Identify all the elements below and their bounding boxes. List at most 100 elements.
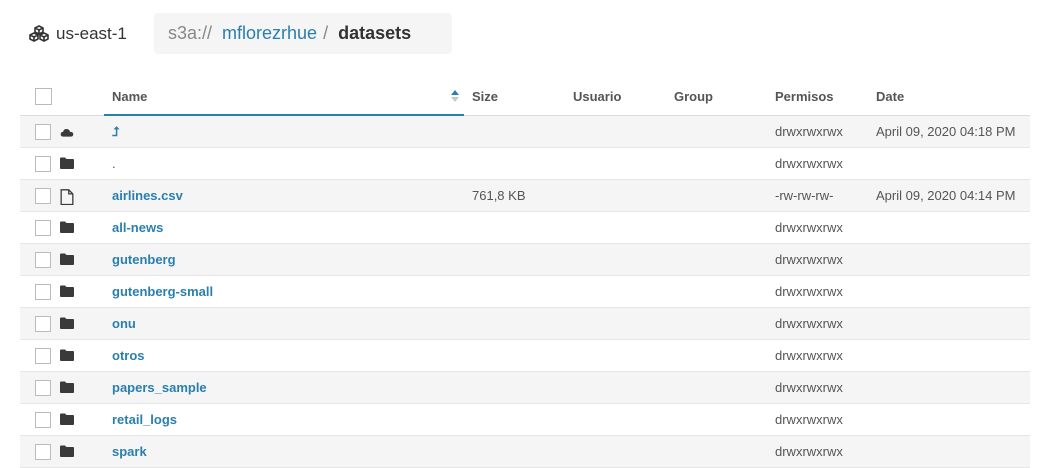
row-checkbox[interactable] xyxy=(35,187,51,204)
row-permissions: drwxrwxrwx xyxy=(767,403,868,436)
row-user-value xyxy=(565,252,573,267)
row-date-value xyxy=(868,252,876,267)
row-checkbox[interactable] xyxy=(35,411,51,428)
row-user xyxy=(565,371,666,404)
row-checkbox[interactable] xyxy=(35,283,51,300)
folder-icon xyxy=(60,221,74,234)
row-name[interactable]: otros xyxy=(104,348,145,363)
folder-icon xyxy=(60,349,74,362)
column-header-user[interactable]: Usuario xyxy=(565,78,666,116)
row-permissions-value: drwxrwxrwx xyxy=(775,123,843,139)
row-checkbox[interactable] xyxy=(35,219,51,236)
row-group xyxy=(666,114,767,148)
row-name-cell: otros xyxy=(60,339,464,372)
row-name[interactable]: onu xyxy=(104,316,136,331)
row-permissions-value: drwxrwxrwx xyxy=(775,412,843,427)
table-row[interactable]: . drwxrwxrwx xyxy=(20,147,1030,180)
row-group-value xyxy=(666,220,674,235)
row-permissions-value: drwxrwxrwx xyxy=(775,220,843,235)
row-size-value xyxy=(464,220,472,235)
row-size xyxy=(464,275,565,308)
row-date xyxy=(868,275,1030,308)
row-user-value xyxy=(565,380,573,395)
column-header-permissions[interactable]: Permisos xyxy=(767,78,868,116)
row-group xyxy=(666,435,767,468)
table-row[interactable]: ⮥ drwxrwxrwx April 09, 2020 04:18 PM xyxy=(20,114,1030,148)
row-permissions: drwxrwxrwx xyxy=(767,114,868,148)
row-date: April 09, 2020 04:14 PM xyxy=(868,179,1030,212)
row-size: 761,8 KB xyxy=(464,179,565,212)
cloud-icon xyxy=(60,125,74,138)
row-checkbox[interactable] xyxy=(35,123,51,140)
table-row[interactable]: gutenberg drwxrwxrwx xyxy=(20,243,1030,276)
row-date xyxy=(868,403,1030,436)
row-name[interactable]: papers_sample xyxy=(104,380,207,395)
row-group-value xyxy=(666,444,674,459)
table-row[interactable]: gutenberg-small drwxrwxrwx xyxy=(20,275,1030,308)
row-name-cell: spark xyxy=(60,435,464,468)
row-size xyxy=(464,114,565,148)
row-name[interactable]: ⮥ xyxy=(104,124,120,139)
row-group xyxy=(666,403,767,436)
row-name[interactable]: retail_logs xyxy=(104,412,177,427)
region-indicator: us-east-1 xyxy=(28,22,127,46)
select-all-checkbox[interactable] xyxy=(35,87,52,105)
row-name[interactable]: gutenberg-small xyxy=(104,284,213,299)
table-row[interactable]: retail_logs drwxrwxrwx xyxy=(20,403,1030,436)
row-date xyxy=(868,435,1030,468)
row-permissions-value: drwxrwxrwx xyxy=(775,348,843,363)
table-row[interactable]: spark drwxrwxrwx xyxy=(20,435,1030,468)
row-user xyxy=(565,114,666,148)
row-name[interactable]: airlines.csv xyxy=(104,188,183,203)
row-size-value xyxy=(464,348,472,363)
row-size-value xyxy=(464,124,472,139)
table-row[interactable]: papers_sample drwxrwxrwx xyxy=(20,371,1030,404)
row-name[interactable]: all-news xyxy=(104,220,163,235)
row-permissions: -rw-rw-rw- xyxy=(767,179,868,212)
breadcrumb-scheme[interactable]: s3a:// xyxy=(168,23,212,44)
folder-icon xyxy=(60,445,74,458)
row-user xyxy=(565,403,666,436)
region-label: us-east-1 xyxy=(56,24,127,43)
row-permissions-value: drwxrwxrwx xyxy=(775,156,843,171)
breadcrumb-bucket-link[interactable]: mflorezrhue xyxy=(222,23,317,44)
row-name[interactable]: spark xyxy=(104,444,147,459)
row-date-value xyxy=(868,380,876,395)
table-row[interactable]: otros drwxrwxrwx xyxy=(20,339,1030,372)
row-size xyxy=(464,147,565,180)
row-group-value xyxy=(666,124,674,139)
row-group-value xyxy=(666,412,674,427)
breadcrumb-current: datasets xyxy=(338,23,412,43)
row-name-cell: retail_logs xyxy=(60,403,464,436)
folder-icon xyxy=(60,413,74,426)
row-checkbox[interactable] xyxy=(35,251,51,268)
column-header-date[interactable]: Date xyxy=(868,78,1030,116)
row-checkbox[interactable] xyxy=(35,379,51,396)
row-group-value xyxy=(666,380,674,395)
folder-icon xyxy=(60,253,74,266)
row-size-value xyxy=(464,316,472,331)
table-row[interactable]: airlines.csv 761,8 KB -rw-rw-rw- April 09, … xyxy=(20,179,1030,212)
row-permissions-value: -rw-rw-rw- xyxy=(775,188,834,203)
column-header-group-label: Group xyxy=(674,88,713,104)
row-checkbox[interactable] xyxy=(35,347,51,364)
table-row[interactable]: onu drwxrwxrwx xyxy=(20,307,1030,340)
column-header-group[interactable]: Group xyxy=(666,78,767,116)
row-checkbox[interactable] xyxy=(35,315,51,332)
row-permissions-value: drwxrwxrwx xyxy=(775,284,843,299)
column-header-name-label: Name xyxy=(112,88,148,104)
column-header-size[interactable]: Size xyxy=(464,78,565,116)
row-date-value xyxy=(868,316,876,331)
row-size-value xyxy=(464,284,472,299)
column-header-name[interactable]: Name xyxy=(104,78,464,116)
row-checkbox[interactable] xyxy=(35,443,51,460)
row-date xyxy=(868,307,1030,340)
row-permissions-value: drwxrwxrwx xyxy=(775,380,843,395)
row-name[interactable]: gutenberg xyxy=(104,252,176,267)
row-size-value xyxy=(464,412,472,427)
table-row[interactable]: all-news drwxrwxrwx xyxy=(20,211,1030,244)
folder-icon xyxy=(60,157,74,170)
row-user xyxy=(565,435,666,468)
row-checkbox[interactable] xyxy=(35,155,51,172)
row-size xyxy=(464,243,565,276)
